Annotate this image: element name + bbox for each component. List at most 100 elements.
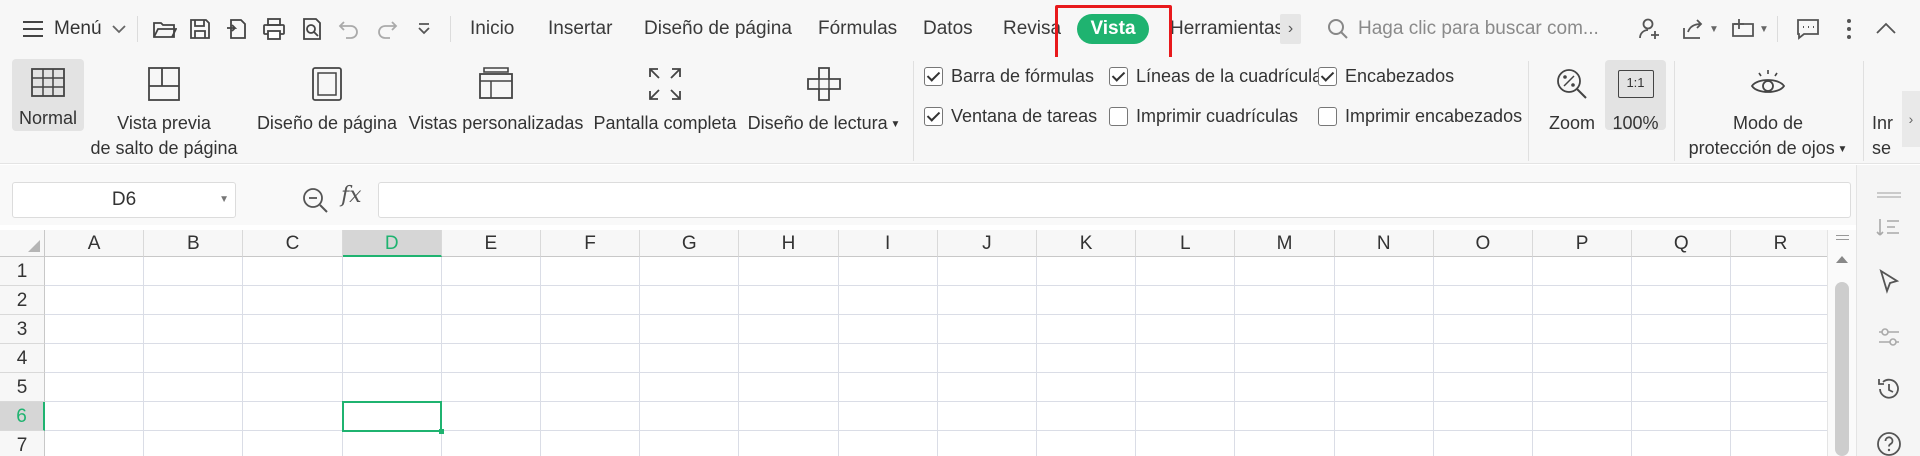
column-header-i[interactable]: I <box>838 230 938 257</box>
share-icon[interactable]: ▼ <box>1680 14 1719 44</box>
checkbox-checked-icon <box>924 106 943 126</box>
more-tabs-button[interactable]: › <box>1280 14 1301 44</box>
chevron-down-icon: ▼ <box>219 194 229 205</box>
zoom-100-content: 1:1 100% <box>1605 57 1666 164</box>
select-all-corner[interactable] <box>0 230 45 257</box>
row-header-3[interactable]: 3 <box>0 315 45 344</box>
formula-bar-checkbox[interactable]: Barra de fórmulas <box>924 63 1094 89</box>
gridline-vertical <box>1234 257 1236 456</box>
column-header-n[interactable]: N <box>1334 230 1434 257</box>
zoom-formula-icon[interactable] <box>301 186 329 214</box>
eye-protection-button[interactable]: Modo de protección de ojos ▼ <box>1682 57 1854 164</box>
adjust-sliders-icon[interactable] <box>1875 323 1903 351</box>
comment-icon[interactable] <box>1795 14 1821 44</box>
normal-view-button[interactable]: Normal <box>12 59 84 131</box>
gridline-vertical <box>1532 257 1533 456</box>
help-icon[interactable] <box>1875 430 1903 456</box>
column-header-k[interactable]: K <box>1037 230 1137 257</box>
print-headings-checkbox[interactable]: Imprimir encabezados <box>1318 103 1522 129</box>
checkbox-checked-icon <box>1318 66 1337 86</box>
headings-checkbox[interactable]: Encabezados <box>1318 63 1454 89</box>
redo-icon[interactable] <box>372 14 402 44</box>
task-pane-checkbox[interactable]: Ventana de tareas <box>924 103 1097 129</box>
panel-handle-icon[interactable] <box>1875 181 1903 198</box>
zoom-button[interactable]: Zoom <box>1544 57 1600 164</box>
row-header-2[interactable]: 2 <box>0 286 45 315</box>
history-icon[interactable] <box>1875 375 1903 403</box>
column-header-a[interactable]: A <box>45 230 145 257</box>
insert-icon[interactable]: ▼ <box>1730 14 1769 44</box>
column-header-p[interactable]: P <box>1533 230 1633 257</box>
more-options-icon[interactable] <box>1836 14 1862 44</box>
print-preview-icon[interactable] <box>297 14 327 44</box>
gridlines-checkbox[interactable]: Líneas de la cuadrícula <box>1109 63 1322 89</box>
row-header-4[interactable]: 4 <box>0 344 45 373</box>
column-header-c[interactable]: C <box>243 230 343 257</box>
search-box[interactable]: Haga clic para buscar com... <box>1326 14 1599 44</box>
cut-off-button[interactable]: Inr se <box>1872 57 1902 164</box>
tab-datos[interactable]: Datos <box>923 14 973 44</box>
gridline-horizontal <box>45 401 1827 402</box>
spreadsheet-grid[interactable]: ABCDEFGHIJKLMNOPQR 1234567 <box>0 230 1831 456</box>
row-header-7[interactable]: 7 <box>0 431 45 456</box>
reading-layout-button[interactable]: Diseño de lectura ▼ <box>748 57 900 164</box>
selected-cell-d6[interactable] <box>342 401 444 434</box>
tab-diseno-de-pagina[interactable]: Diseño de página <box>644 14 792 44</box>
vertical-scrollbar[interactable] <box>1827 230 1856 456</box>
page-break-preview-button[interactable]: Vista previa de salto de página <box>90 57 238 164</box>
select-pointer-icon[interactable] <box>1875 268 1903 296</box>
zoom-label: Zoom <box>1548 113 1595 133</box>
tab-herramientas[interactable]: Herramientas <box>1170 14 1284 44</box>
sort-filter-icon[interactable] <box>1875 215 1903 243</box>
collapse-ribbon-icon[interactable] <box>1873 14 1899 44</box>
tab-inicio[interactable]: Inicio <box>470 14 514 44</box>
normal-label: Normal <box>18 108 77 128</box>
column-header-j[interactable]: J <box>937 230 1037 257</box>
tab-revisar[interactable]: Revisar <box>1003 14 1061 44</box>
print-icon[interactable] <box>259 14 289 44</box>
formula-bar: D6 ▼ fx <box>0 165 1856 225</box>
formula-input[interactable] <box>378 182 1851 218</box>
scrollbar-thumb[interactable] <box>1835 282 1849 456</box>
save-icon[interactable] <box>185 14 215 44</box>
column-header-d[interactable]: D <box>342 230 442 257</box>
column-header-m[interactable]: M <box>1235 230 1335 257</box>
gridline-vertical <box>1631 257 1633 456</box>
column-header-f[interactable]: F <box>541 230 641 257</box>
page-layout-button[interactable]: Diseño de página <box>254 57 400 164</box>
menu-bar: Menú Inicio Insertar Diseño de página Fó… <box>0 0 1920 68</box>
tab-insertar[interactable]: Insertar <box>548 14 612 44</box>
column-header-g[interactable]: G <box>640 230 740 257</box>
row-header-1[interactable]: 1 <box>0 257 45 286</box>
column-header-e[interactable]: E <box>441 230 541 257</box>
column-header-o[interactable]: O <box>1433 230 1533 257</box>
row-header-5[interactable]: 5 <box>0 373 45 402</box>
menu-button[interactable]: Menú <box>22 14 126 44</box>
column-header-l[interactable]: L <box>1136 230 1236 257</box>
column-header-h[interactable]: H <box>739 230 839 257</box>
formula-bar-label: Barra de fórmulas <box>951 65 1095 86</box>
eye-protection-label-line1: Modo de <box>1732 113 1804 133</box>
export-pdf-icon[interactable] <box>222 14 252 44</box>
column-header-r[interactable]: R <box>1731 230 1831 257</box>
print-gridlines-label: Imprimir cuadrículas <box>1136 105 1299 126</box>
open-folder-icon[interactable] <box>149 14 179 44</box>
function-icon[interactable]: fx <box>341 183 362 208</box>
page-layout-label: Diseño de página <box>256 113 398 133</box>
full-screen-button[interactable]: Pantalla completa <box>593 57 737 164</box>
row-header-6[interactable]: 6 <box>0 402 45 431</box>
undo-icon[interactable] <box>334 14 364 44</box>
split-handle[interactable] <box>1836 235 1849 240</box>
column-header-q[interactable]: Q <box>1632 230 1732 257</box>
customize-toolbar-icon[interactable] <box>409 14 439 44</box>
tab-formulas[interactable]: Fórmulas <box>818 14 897 44</box>
add-user-icon[interactable] <box>1637 14 1663 44</box>
print-gridlines-checkbox[interactable]: Imprimir cuadrículas <box>1109 103 1298 129</box>
scroll-up-arrow-icon[interactable] <box>1836 256 1848 263</box>
hamburger-icon <box>23 21 43 37</box>
name-box[interactable]: D6 ▼ <box>12 182 236 218</box>
ribbon-scroll-right-button[interactable]: › <box>1902 91 1920 147</box>
gridline-horizontal <box>45 430 1827 431</box>
column-header-b[interactable]: B <box>144 230 244 257</box>
custom-views-button[interactable]: Vistas personalizadas <box>409 57 583 164</box>
